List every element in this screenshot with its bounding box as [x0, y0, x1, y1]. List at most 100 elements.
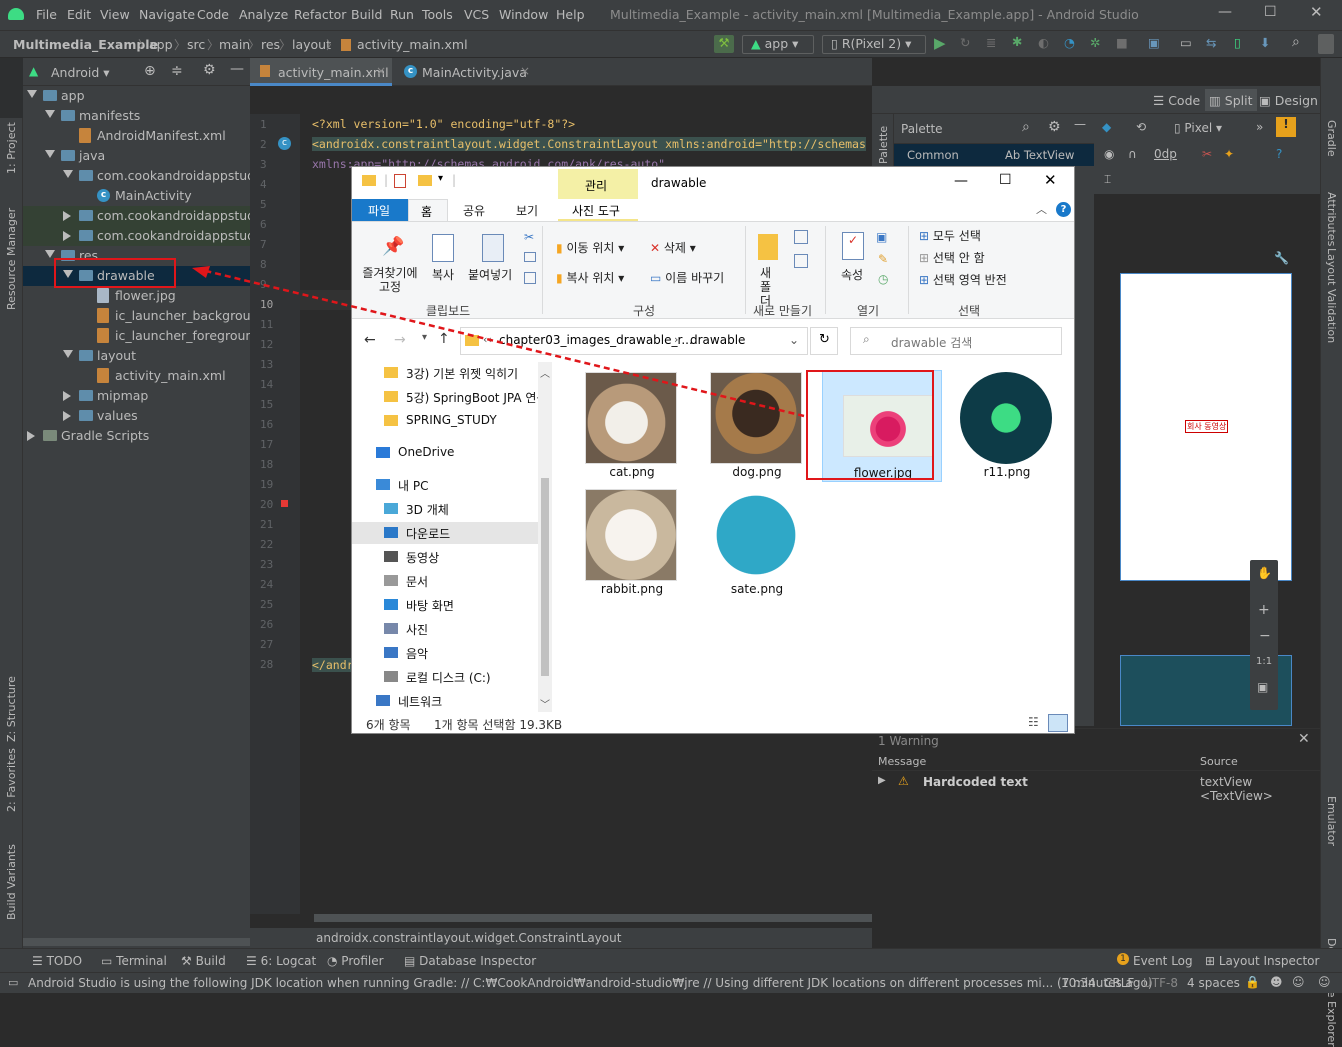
menu-file[interactable]: File	[36, 7, 57, 22]
coverage-icon[interactable]: ◐	[1038, 35, 1049, 50]
close-tab-icon[interactable]: ×	[520, 64, 530, 78]
tab-home[interactable]: 홈	[408, 199, 448, 222]
tool-structure[interactable]: Z: Structure	[5, 676, 18, 742]
menu-navigate[interactable]: Navigate	[139, 7, 195, 22]
avd-manager-icon[interactable]: ▯	[1234, 35, 1241, 50]
tab-picture-tools[interactable]: 사진 도구	[558, 199, 638, 221]
magnet-icon[interactable]: ∩	[1128, 147, 1137, 161]
profile-icon[interactable]: ◔	[1064, 35, 1075, 50]
wrench-icon[interactable]: 🔧	[1274, 251, 1289, 265]
indent-setting[interactable]: 4 spaces	[1187, 976, 1240, 990]
design-preview[interactable]: 회사 동영상	[1120, 273, 1292, 581]
move-to-button[interactable]: ▮ 이동 위치 ▾	[556, 239, 624, 256]
expand-arrow-icon[interactable]	[27, 90, 37, 98]
tab-share[interactable]: 공유	[463, 202, 485, 222]
locate-icon[interactable]: ⊕	[144, 63, 156, 79]
attach-debugger-icon[interactable]: ✲	[1090, 35, 1100, 50]
tool-layout-validation[interactable]: Layout Validation	[1325, 248, 1338, 343]
col-message[interactable]: Message	[878, 755, 926, 768]
menu-build[interactable]: Build	[351, 7, 382, 22]
large-icons-view-icon[interactable]	[1048, 714, 1068, 732]
breadcrumb-res[interactable]: res	[261, 37, 280, 52]
expand-arrow-icon[interactable]	[45, 150, 55, 158]
tool-attributes[interactable]: Attributes	[1325, 192, 1338, 246]
history-icon[interactable]: ◷	[878, 272, 888, 286]
menu-edit[interactable]: Edit	[67, 7, 91, 22]
collapse-arrow-icon[interactable]	[63, 411, 71, 421]
code-view-button[interactable]: ☰ Code	[1153, 93, 1200, 108]
logcat-button[interactable]: ☰ 6: Logcat	[246, 954, 316, 968]
event-log-button[interactable]: Event Log	[1133, 954, 1193, 968]
palette-category[interactable]: Common	[907, 148, 959, 162]
customize-quick-access-icon[interactable]: ▾	[438, 173, 443, 184]
breadcrumb-file[interactable]: activity_main.xml	[357, 37, 468, 52]
inspection-icon[interactable]: ☻	[1270, 975, 1283, 989]
run-icon[interactable]: ▶	[934, 34, 946, 52]
footer-breadcrumb[interactable]: androidx.constraintlayout.widget.Constra…	[316, 931, 621, 945]
close-icon[interactable]: ✕	[1044, 171, 1057, 189]
cut-icon[interactable]: ✂	[524, 230, 534, 244]
close-tab-icon[interactable]: ×	[376, 64, 386, 78]
menu-run[interactable]: Run	[390, 7, 414, 22]
edit-icon[interactable]: ✎	[878, 252, 888, 266]
more-icon[interactable]: »	[1256, 120, 1263, 134]
hammer-icon[interactable]: ⚒	[714, 35, 734, 53]
palette-strip-label[interactable]: Palette	[877, 126, 890, 164]
menu-refactor[interactable]: Refactor	[294, 7, 346, 22]
col-source[interactable]: Source	[1200, 755, 1238, 768]
breakpoint-icon[interactable]	[281, 500, 288, 507]
tree-item[interactable]: com.cookandroidappstudy.n	[23, 226, 250, 246]
invert-selection-button[interactable]: ⊞ 선택 영역 반전	[919, 271, 1007, 288]
breadcrumb-src[interactable]: src	[187, 37, 205, 52]
design-surface-icon[interactable]: ◆	[1102, 120, 1111, 134]
expand-arrow-icon[interactable]	[63, 170, 73, 178]
new-folder-quick-icon[interactable]	[418, 175, 432, 186]
file-item[interactable]: rabbit.png	[572, 487, 692, 599]
debug-icon[interactable]: ✱	[1012, 34, 1022, 49]
menu-analyze[interactable]: Analyze	[239, 7, 288, 22]
tree-item[interactable]: c MainActivity	[23, 186, 250, 206]
apply-changes-icon[interactable]: ≣	[986, 35, 996, 50]
tree-item[interactable]: AndroidManifest.xml	[23, 126, 250, 146]
tab-view[interactable]: 보기	[516, 202, 538, 222]
open-icon[interactable]: ▣	[876, 230, 887, 244]
nav-item[interactable]: 내 PC	[352, 474, 538, 496]
hide-panel-icon[interactable]: —	[1074, 117, 1086, 131]
menu-tools[interactable]: Tools	[422, 7, 453, 22]
file-encoding[interactable]: UTF-8	[1143, 976, 1178, 990]
menu-window[interactable]: Window	[499, 7, 548, 22]
menu-vcs[interactable]: VCS	[464, 7, 489, 22]
class-gutter-icon[interactable]: c	[278, 137, 291, 150]
zoom-actual-size[interactable]: 1:1	[1256, 656, 1272, 667]
tab-main-activity[interactable]: c MainActivity.java ×	[396, 58, 546, 86]
breadcrumb-main[interactable]: main	[219, 37, 250, 52]
layout-inspector-button[interactable]: ⊞ Layout Inspector	[1205, 954, 1319, 968]
tool-project[interactable]: 1: Project	[5, 122, 18, 174]
tab-file[interactable]: 파일	[352, 199, 408, 221]
tool-gradle[interactable]: Gradle	[1325, 120, 1338, 157]
menu-code[interactable]: Code	[197, 7, 229, 22]
infer-constraints-icon[interactable]: ✦	[1224, 147, 1234, 161]
select-none-button[interactable]: ⊞ 선택 안 함	[919, 249, 985, 266]
run-config-select[interactable]: ▲ app ▾	[742, 35, 814, 54]
pan-icon[interactable]: ✋	[1257, 566, 1272, 580]
warning-icon[interactable]: !	[1276, 117, 1296, 137]
rerun-icon[interactable]: ↻	[960, 35, 970, 50]
tool-favorites[interactable]: 2: Favorites	[5, 748, 18, 812]
help-icon[interactable]: ?	[1276, 147, 1282, 161]
search-icon[interactable]: ⌕	[1022, 119, 1030, 135]
nav-item[interactable]: 음악	[352, 642, 538, 664]
todo-button[interactable]: ☰ TODO	[32, 954, 82, 968]
minimize-icon[interactable]: —	[954, 173, 968, 189]
stop-icon[interactable]: ■	[1116, 35, 1128, 50]
clear-constraints-icon[interactable]: ✂	[1202, 147, 1212, 161]
maximize-icon[interactable]: ☐	[999, 172, 1012, 188]
memory-icon[interactable]: ☺	[1292, 975, 1305, 989]
nav-item[interactable]: 동영상	[352, 546, 538, 568]
tree-item[interactable]: app	[23, 86, 250, 106]
default-margin[interactable]: 0dp	[1154, 147, 1177, 161]
file-item[interactable]: sate.png	[697, 487, 817, 599]
guideline-icon[interactable]: ⌶	[1104, 172, 1111, 187]
properties-button[interactable]: 속성	[841, 266, 863, 283]
project-view-select[interactable]: Android ▾	[51, 65, 110, 80]
